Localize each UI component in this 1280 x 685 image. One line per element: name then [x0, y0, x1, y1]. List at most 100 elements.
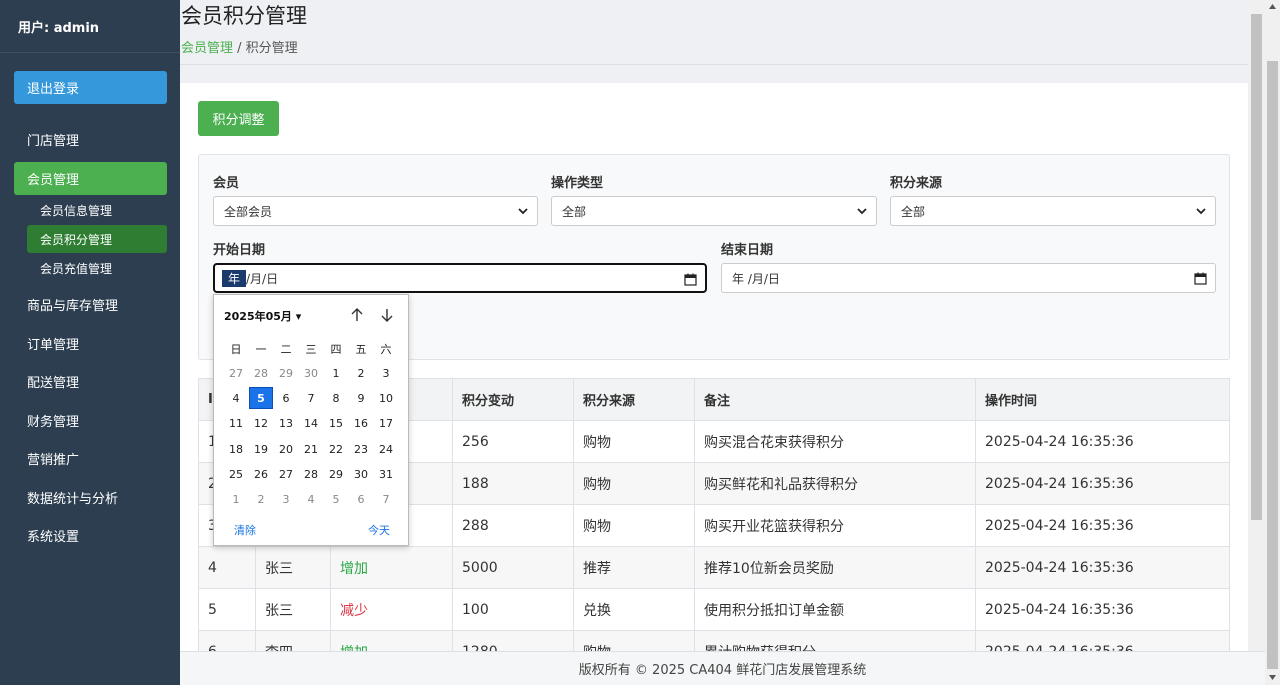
cell-source: 购物 — [573, 504, 695, 547]
sidebar-item-store[interactable]: 门店管理 — [14, 123, 167, 156]
weekday-header: 一 — [255, 343, 267, 356]
calendar-day[interactable]: 16 — [349, 412, 373, 434]
sidebar-item-analytics[interactable]: 数据统计与分析 — [14, 481, 167, 514]
sidebar-item-products[interactable]: 商品与库存管理 — [14, 288, 167, 321]
calendar-day[interactable]: 20 — [274, 438, 298, 460]
calendar-day[interactable]: 27 — [274, 463, 298, 485]
member-select-value: 全部会员 — [224, 204, 273, 219]
sidebar-item-member[interactable]: 会员管理 — [14, 162, 167, 195]
sidebar-item-orders[interactable]: 订单管理 — [14, 327, 167, 360]
start-date-input[interactable]: 年 /月/日 — [213, 263, 707, 293]
chevron-down-icon — [857, 208, 867, 215]
calendar-day[interactable]: 19 — [249, 438, 273, 460]
month-selector[interactable]: 2025年05月 ▾ — [224, 308, 301, 324]
calendar-day[interactable]: 13 — [274, 412, 298, 434]
weekday-header: 二 — [280, 343, 292, 356]
calendar-day[interactable]: 31 — [374, 463, 398, 485]
table-row: 4 张三 增加 5000 推荐 推荐10位新会员奖励 2025-04-24 16… — [198, 546, 1230, 589]
calendar-day[interactable]: 23 — [349, 438, 373, 460]
calendar-day[interactable]: 22 — [324, 438, 348, 460]
source-select[interactable]: 全部 — [890, 196, 1216, 226]
window-scrollbar[interactable] — [1265, 0, 1280, 685]
source-select-value: 全部 — [901, 204, 926, 219]
sidebar-subitem-member-info[interactable]: 会员信息管理 — [27, 196, 167, 224]
calendar-day[interactable]: 25 — [224, 463, 248, 485]
calendar-day[interactable]: 2 — [249, 488, 273, 510]
calendar-day[interactable]: 11 — [224, 412, 248, 434]
calendar-day[interactable]: 30 — [299, 362, 323, 384]
month-label: 2025年05月 — [224, 310, 292, 323]
calendar-day[interactable]: 28 — [299, 463, 323, 485]
today-button[interactable]: 今天 — [368, 522, 390, 538]
calendar-day[interactable]: 7 — [374, 488, 398, 510]
cell-note: 购买开业花篮获得积分 — [694, 504, 976, 547]
cell-note: 推荐10位新会员奖励 — [694, 546, 976, 589]
calendar-day[interactable]: 3 — [274, 488, 298, 510]
calendar-day[interactable]: 27 — [224, 362, 248, 384]
weekday-header: 日 — [230, 343, 242, 356]
calendar-day[interactable]: 15 — [324, 412, 348, 434]
cell-type: 增加 — [330, 546, 453, 589]
adjust-points-button[interactable]: 积分调整 — [198, 101, 279, 136]
clear-date-button[interactable]: 清除 — [234, 522, 256, 538]
calendar-day[interactable]: 8 — [324, 387, 348, 409]
calendar-day[interactable]: 1 — [324, 362, 348, 384]
calendar-day[interactable]: 5 — [249, 387, 273, 409]
calendar-day[interactable]: 29 — [274, 362, 298, 384]
calendar-day[interactable]: 10 — [374, 387, 398, 409]
cell-source: 购物 — [573, 462, 695, 505]
content-scrollbar-thumb[interactable] — [1251, 14, 1262, 520]
calendar-day[interactable]: 26 — [249, 463, 273, 485]
scroll-down-arrow-icon[interactable] — [1268, 673, 1277, 682]
calendar-icon[interactable] — [684, 273, 697, 286]
sidebar-subitem-member-points[interactable]: 会员积分管理 — [27, 225, 167, 253]
sidebar-item-marketing[interactable]: 营销推广 — [14, 442, 167, 475]
weekday-header: 四 — [330, 343, 342, 356]
start-date-label: 开始日期 — [213, 243, 266, 258]
window-scrollbar-thumb[interactable] — [1267, 61, 1278, 669]
end-date-label: 结束日期 — [721, 243, 774, 258]
sidebar-item-delivery[interactable]: 配送管理 — [14, 365, 167, 398]
sidebar-subitem-member-recharge[interactable]: 会员充值管理 — [27, 254, 167, 282]
content-scrollbar[interactable] — [1248, 0, 1265, 651]
calendar-day[interactable]: 29 — [324, 463, 348, 485]
calendar-day[interactable]: 9 — [349, 387, 373, 409]
breadcrumb-link-member[interactable]: 会员管理 — [181, 41, 233, 56]
calendar-day[interactable]: 4 — [299, 488, 323, 510]
calendar-day[interactable]: 21 — [299, 438, 323, 460]
calendar-day[interactable]: 17 — [374, 412, 398, 434]
calendar-icon[interactable] — [1194, 272, 1207, 285]
cell-id: 4 — [198, 546, 256, 589]
previous-month-arrow-icon[interactable] — [349, 307, 365, 323]
breadcrumb-current: 积分管理 — [245, 41, 298, 56]
cell-source: 购物 — [573, 420, 695, 463]
next-month-arrow-icon[interactable] — [379, 307, 395, 323]
end-date-input[interactable]: 年 /月/日 — [721, 263, 1216, 293]
calendar-day[interactable]: 28 — [249, 362, 273, 384]
logout-button[interactable]: 退出登录 — [14, 71, 167, 104]
calendar-day[interactable]: 3 — [374, 362, 398, 384]
scroll-up-arrow-icon[interactable] — [1268, 2, 1277, 11]
copyright-text: 版权所有 © 2025 CA404 鲜花门店发展管理系统 — [578, 663, 867, 678]
start-date-year-segment[interactable]: 年 — [222, 269, 247, 287]
calendar-day[interactable]: 6 — [274, 387, 298, 409]
cell-id: 5 — [198, 588, 256, 631]
cell-note: 购买鲜花和礼品获得积分 — [694, 462, 976, 505]
sidebar-item-settings[interactable]: 系统设置 — [14, 519, 167, 552]
calendar-day[interactable]: 24 — [374, 438, 398, 460]
calendar-day[interactable]: 4 — [224, 387, 248, 409]
calendar-day[interactable]: 14 — [299, 412, 323, 434]
calendar-day[interactable]: 7 — [299, 387, 323, 409]
calendar-day[interactable]: 6 — [349, 488, 373, 510]
op-type-select[interactable]: 全部 — [551, 196, 877, 226]
chevron-down-icon — [518, 208, 528, 215]
end-date-placeholder: 年 /月/日 — [732, 271, 780, 286]
sidebar-item-finance[interactable]: 财务管理 — [14, 404, 167, 437]
calendar-day[interactable]: 2 — [349, 362, 373, 384]
member-select[interactable]: 全部会员 — [213, 196, 538, 226]
calendar-day[interactable]: 30 — [349, 463, 373, 485]
calendar-day[interactable]: 1 — [224, 488, 248, 510]
calendar-day[interactable]: 12 — [249, 412, 273, 434]
calendar-day[interactable]: 5 — [324, 488, 348, 510]
calendar-day[interactable]: 18 — [224, 438, 248, 460]
